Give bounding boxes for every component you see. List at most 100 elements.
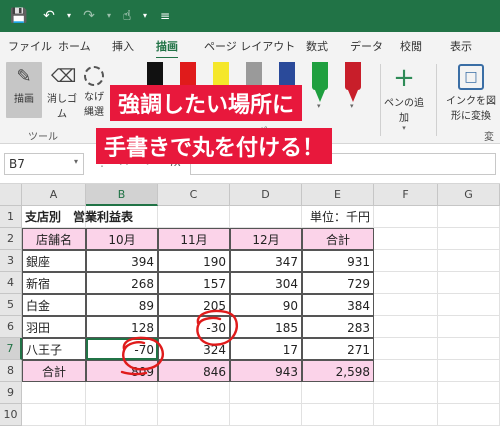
row-header-6[interactable]: 6 <box>0 316 22 338</box>
tab-review[interactable]: 校閲 <box>400 38 422 54</box>
cell-F2[interactable] <box>374 228 438 250</box>
column-header-A[interactable]: A <box>22 184 86 206</box>
sheet-title-cell[interactable]: 支店別 営業利益表 <box>22 206 230 228</box>
touch-mode-dropdown-icon[interactable]: ▾ <box>136 7 154 25</box>
ink-to-shape-button[interactable]: □ インクを図形に変換 <box>442 62 500 122</box>
tab-insert[interactable]: 挿入 <box>112 38 134 54</box>
lasso-select-button[interactable]: なげ縄選 <box>82 62 106 118</box>
cell-A9[interactable] <box>22 382 86 404</box>
cell-C9[interactable] <box>158 382 230 404</box>
undo-dropdown-icon[interactable]: ▾ <box>60 7 78 25</box>
draw-button[interactable]: ✎ 描画 <box>6 62 42 118</box>
column-header-B[interactable]: B <box>86 184 158 206</box>
column-header-C[interactable]: C <box>158 184 230 206</box>
cell-F10[interactable] <box>374 404 438 426</box>
value-cell-C6[interactable]: -30 <box>158 316 230 338</box>
header-cell-D[interactable]: 12月 <box>230 228 302 250</box>
header-cell-C[interactable]: 11月 <box>158 228 230 250</box>
chevron-down-icon[interactable]: ▾ <box>350 102 354 110</box>
row-header-9[interactable]: 9 <box>0 382 22 404</box>
store-name-cell-A3[interactable]: 銀座 <box>22 250 86 272</box>
value-cell-C4[interactable]: 157 <box>158 272 230 294</box>
cell-E10[interactable] <box>302 404 374 426</box>
cell-F4[interactable] <box>374 272 438 294</box>
value-cell-E6[interactable]: 283 <box>302 316 374 338</box>
value-cell-C7[interactable]: 324 <box>158 338 230 360</box>
value-cell-E3[interactable]: 931 <box>302 250 374 272</box>
cell-F1[interactable] <box>374 206 438 228</box>
row-header-3[interactable]: 3 <box>0 250 22 272</box>
value-cell-E4[interactable]: 729 <box>302 272 374 294</box>
customize-icon[interactable]: ≡ <box>156 7 174 25</box>
cell-B9[interactable] <box>86 382 158 404</box>
store-name-cell-A6[interactable]: 羽田 <box>22 316 86 338</box>
value-cell-B8[interactable]: 809 <box>86 360 158 382</box>
value-cell-C5[interactable]: 205 <box>158 294 230 316</box>
tab-formulas[interactable]: 数式 <box>306 38 328 54</box>
value-cell-B3[interactable]: 394 <box>86 250 158 272</box>
value-cell-B4[interactable]: 268 <box>86 272 158 294</box>
cell-F8[interactable] <box>374 360 438 382</box>
value-cell-E7[interactable]: 271 <box>302 338 374 360</box>
cell-F5[interactable] <box>374 294 438 316</box>
value-cell-C3[interactable]: 190 <box>158 250 230 272</box>
row-header-8[interactable]: 8 <box>0 360 22 382</box>
cell-F6[interactable] <box>374 316 438 338</box>
column-header-G[interactable]: G <box>438 184 500 206</box>
unit-cell[interactable]: 単位：千円 <box>302 206 374 228</box>
tab-view[interactable]: 表示 <box>450 38 472 54</box>
touch-mode-icon[interactable]: ☝ <box>118 7 136 25</box>
value-cell-D6[interactable]: 185 <box>230 316 302 338</box>
header-cell-B[interactable]: 10月 <box>86 228 158 250</box>
row-header-7[interactable]: 7 <box>0 338 22 360</box>
cell-D10[interactable] <box>230 404 302 426</box>
value-cell-D7[interactable]: 17 <box>230 338 302 360</box>
column-header-F[interactable]: F <box>374 184 438 206</box>
cell-G8[interactable] <box>438 360 500 382</box>
redo-icon[interactable]: ↷ <box>80 7 98 25</box>
undo-icon[interactable]: ↶ <box>40 7 58 25</box>
cell-G4[interactable] <box>438 272 500 294</box>
chevron-down-icon[interactable]: ▾ <box>74 157 78 166</box>
store-name-cell-A8[interactable]: 合計 <box>22 360 86 382</box>
pen-swatch-7[interactable] <box>342 62 364 104</box>
cell-F9[interactable] <box>374 382 438 404</box>
cell-F7[interactable] <box>374 338 438 360</box>
tab-draw[interactable]: 描画 <box>156 38 178 60</box>
value-cell-E8[interactable]: 2,598 <box>302 360 374 382</box>
cell-G5[interactable] <box>438 294 500 316</box>
cell-G6[interactable] <box>438 316 500 338</box>
cell-G7[interactable] <box>438 338 500 360</box>
cell-F3[interactable] <box>374 250 438 272</box>
name-box[interactable]: B7 <box>4 153 84 175</box>
header-cell-E[interactable]: 合計 <box>302 228 374 250</box>
value-cell-D8[interactable]: 943 <box>230 360 302 382</box>
value-cell-D5[interactable]: 90 <box>230 294 302 316</box>
header-cell-A[interactable]: 店舗名 <box>22 228 86 250</box>
store-name-cell-A5[interactable]: 白金 <box>22 294 86 316</box>
cell-D9[interactable] <box>230 382 302 404</box>
tab-page-layout[interactable]: ページ レイアウト <box>204 38 295 54</box>
value-cell-B7[interactable]: -70 <box>86 338 158 360</box>
row-header-5[interactable]: 5 <box>0 294 22 316</box>
value-cell-E5[interactable]: 384 <box>302 294 374 316</box>
tab-file[interactable]: ファイル <box>8 38 52 54</box>
value-cell-D3[interactable]: 347 <box>230 250 302 272</box>
cell-G10[interactable] <box>438 404 500 426</box>
row-header-2[interactable]: 2 <box>0 228 22 250</box>
cell-G3[interactable] <box>438 250 500 272</box>
value-cell-C8[interactable]: 846 <box>158 360 230 382</box>
cell-C10[interactable] <box>158 404 230 426</box>
cell-E9[interactable] <box>302 382 374 404</box>
add-pen-button[interactable]: + ペンの追加 ▾ <box>384 62 424 132</box>
select-all-corner[interactable] <box>0 184 22 206</box>
row-header-10[interactable]: 10 <box>0 404 22 426</box>
row-header-1[interactable]: 1 <box>0 206 22 228</box>
store-name-cell-A4[interactable]: 新宿 <box>22 272 86 294</box>
cell-A10[interactable] <box>22 404 86 426</box>
eraser-button[interactable]: ⌫ 消しゴム <box>46 62 78 120</box>
tab-home[interactable]: ホーム <box>58 38 91 54</box>
column-header-D[interactable]: D <box>230 184 302 206</box>
cell-D1[interactable] <box>230 206 302 228</box>
row-header-4[interactable]: 4 <box>0 272 22 294</box>
